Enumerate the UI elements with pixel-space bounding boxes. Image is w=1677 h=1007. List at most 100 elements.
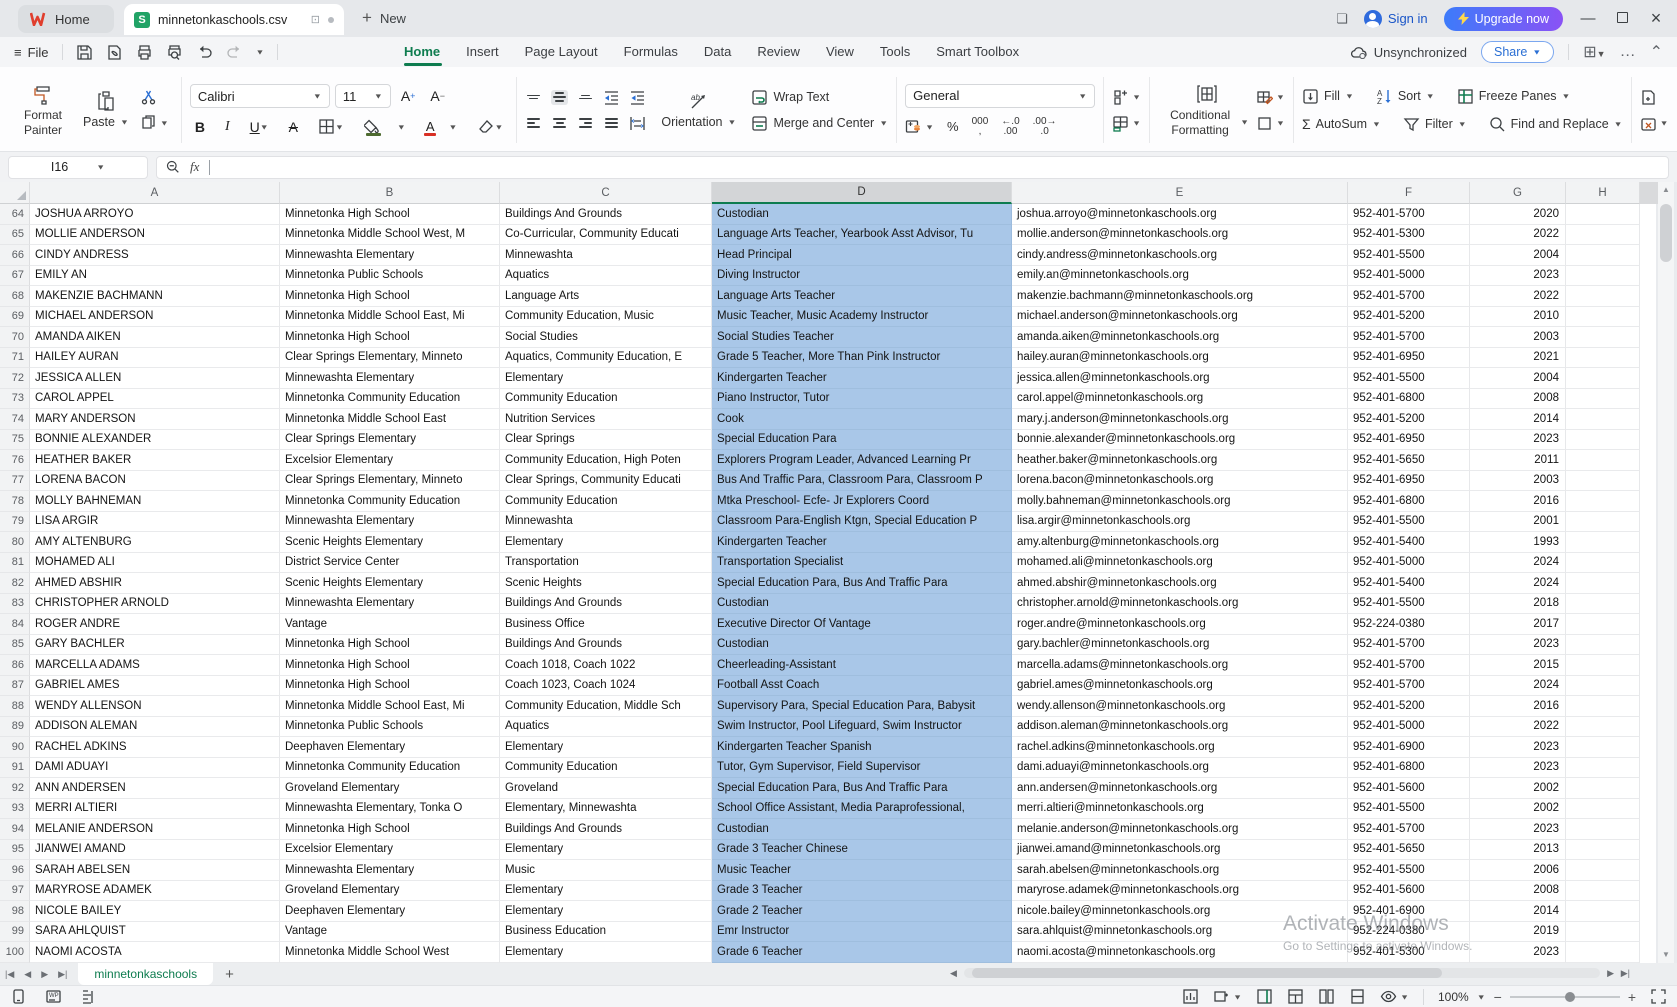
cell-c76[interactable]: Community Education, High Poten <box>500 450 712 471</box>
cell-a79[interactable]: LISA ARGIR <box>30 511 280 532</box>
align-top-icon[interactable] <box>525 90 542 105</box>
cell-d70[interactable]: Social Studies Teacher <box>712 327 1012 348</box>
zoom-level[interactable]: 100% <box>1438 990 1469 1004</box>
cell-d97[interactable]: Grade 3 Teacher <box>712 880 1012 901</box>
save-icon[interactable] <box>76 44 93 61</box>
scroll-up-icon[interactable]: ▲ <box>1658 182 1674 198</box>
cell-e68[interactable]: makenzie.bachmann@minnetonkaschools.org <box>1012 286 1348 307</box>
cell-d98[interactable]: Grade 2 Teacher <box>712 901 1012 922</box>
cut-icon[interactable] <box>140 89 157 106</box>
row-header-78[interactable]: 78 <box>0 491 30 512</box>
cell-b80[interactable]: Scenic Heights Elementary <box>280 532 500 553</box>
cell-h83[interactable] <box>1566 593 1640 614</box>
cell-a65[interactable]: MOLLIE ANDERSON <box>30 224 280 245</box>
minimize-button[interactable]: — <box>1579 10 1597 27</box>
cell-d74[interactable]: Cook <box>712 409 1012 430</box>
cell-d84[interactable]: Executive Director Of Vantage <box>712 614 1012 635</box>
cell-a71[interactable]: HAILEY AURAN <box>30 347 280 368</box>
cell-d86[interactable]: Cheerleading-Assistant <box>712 655 1012 676</box>
first-sheet-icon[interactable]: |◀ <box>0 969 19 980</box>
cell-g72[interactable]: 2004 <box>1470 368 1566 389</box>
cell-a96[interactable]: SARAH ABELSEN <box>30 860 280 881</box>
row-header-69[interactable]: 69 <box>0 306 30 327</box>
cell-h89[interactable] <box>1566 716 1640 737</box>
cell-g65[interactable]: 2022 <box>1470 224 1566 245</box>
cell-g100[interactable]: 2023 <box>1470 942 1566 963</box>
tab-view[interactable]: View <box>826 37 880 67</box>
cell-b72[interactable]: Minnewashta Elementary <box>280 368 500 389</box>
cell-g70[interactable]: 2003 <box>1470 327 1566 348</box>
cell-f81[interactable]: 952-401-5000 <box>1348 552 1470 573</box>
font-size-select[interactable]: 11 ▼ <box>334 84 391 108</box>
cell-a82[interactable]: AHMED ABSHIR <box>30 573 280 594</box>
tab-insert[interactable]: Insert <box>466 37 525 67</box>
cell-c89[interactable]: Aquatics <box>500 716 712 737</box>
merge-center-button[interactable]: Merge and Center ▼ <box>751 115 888 132</box>
row-header-96[interactable]: 96 <box>0 860 30 881</box>
tab-smart-toolbox[interactable]: Smart Toolbox <box>936 37 1045 67</box>
row-header-87[interactable]: 87 <box>0 675 30 696</box>
conditional-formatting-button[interactable]: Conditional Formatting ▼ <box>1158 81 1256 139</box>
zoom-slider-thumb[interactable] <box>1564 991 1575 1002</box>
cell-a86[interactable]: MARCELLA ADAMS <box>30 655 280 676</box>
vertical-scroll-thumb[interactable] <box>1660 204 1672 262</box>
prev-sheet-icon[interactable]: ◀ <box>19 969 36 980</box>
cell-d89[interactable]: Swim Instructor, Pool Lifeguard, Swim In… <box>712 716 1012 737</box>
page-layout-view-icon[interactable] <box>1318 988 1335 1005</box>
row-header-95[interactable]: 95 <box>0 839 30 860</box>
cell-f75[interactable]: 952-401-6950 <box>1348 429 1470 450</box>
cell-a76[interactable]: HEATHER BAKER <box>30 450 280 471</box>
document-tab[interactable]: S minnetonkaschools.csv ⊡ <box>124 4 344 35</box>
cell-d99[interactable]: Emr Instructor <box>712 921 1012 942</box>
cell-g95[interactable]: 2013 <box>1470 839 1566 860</box>
cell-e65[interactable]: mollie.anderson@minnetonkaschools.org <box>1012 224 1348 245</box>
tab-tools[interactable]: Tools <box>880 37 936 67</box>
cell-e94[interactable]: melanie.anderson@minnetonkaschools.org <box>1012 819 1348 840</box>
cell-e78[interactable]: molly.bahneman@minnetonkaschools.org <box>1012 491 1348 512</box>
cell-f74[interactable]: 952-401-5200 <box>1348 409 1470 430</box>
cell-c68[interactable]: Language Arts <box>500 286 712 307</box>
cell-a67[interactable]: EMILY AN <box>30 265 280 286</box>
cell-e67[interactable]: emily.an@minnetonkaschools.org <box>1012 265 1348 286</box>
cell-d83[interactable]: Custodian <box>712 593 1012 614</box>
cell-c66[interactable]: Minnewashta <box>500 245 712 266</box>
cell-g64[interactable]: 2020 <box>1470 204 1566 225</box>
page-break-view-icon[interactable] <box>1349 988 1366 1005</box>
cell-c65[interactable]: Co-Curricular, Community Educati <box>500 224 712 245</box>
scroll-left-icon[interactable]: ◀ <box>950 966 957 980</box>
cell-d90[interactable]: Kindergarten Teacher Spanish <box>712 737 1012 758</box>
cell-g66[interactable]: 2004 <box>1470 245 1566 266</box>
cell-b64[interactable]: Minnetonka High School <box>280 204 500 225</box>
row-header-73[interactable]: 73 <box>0 388 30 409</box>
cell-e83[interactable]: christopher.arnold@minnetonkaschools.org <box>1012 593 1348 614</box>
cell-g80[interactable]: 1993 <box>1470 532 1566 553</box>
cell-a92[interactable]: ANN ANDERSEN <box>30 778 280 799</box>
new-tab-button[interactable]: + New <box>362 8 406 28</box>
cell-f98[interactable]: 952-401-6900 <box>1348 901 1470 922</box>
cell-h69[interactable] <box>1566 306 1640 327</box>
cell-e85[interactable]: gary.bachler@minnetonkaschools.org <box>1012 634 1348 655</box>
cell-e86[interactable]: marcella.adams@minnetonkaschools.org <box>1012 655 1348 676</box>
cell-c96[interactable]: Music <box>500 860 712 881</box>
cell-h74[interactable] <box>1566 409 1640 430</box>
cell-e84[interactable]: roger.andre@minnetonkaschools.org <box>1012 614 1348 635</box>
cell-b68[interactable]: Minnetonka High School <box>280 286 500 307</box>
row-header-97[interactable]: 97 <box>0 880 30 901</box>
undo-icon[interactable] <box>196 44 213 61</box>
cell-b94[interactable]: Minnetonka High School <box>280 819 500 840</box>
row-header-66[interactable]: 66 <box>0 245 30 266</box>
cell-g96[interactable]: 2006 <box>1470 860 1566 881</box>
number-format-select[interactable]: General ▼ <box>905 83 1096 108</box>
cell-h90[interactable] <box>1566 737 1640 758</box>
cell-b75[interactable]: Clear Springs Elementary <box>280 429 500 450</box>
cell-g99[interactable]: 2019 <box>1470 921 1566 942</box>
cell-h87[interactable] <box>1566 675 1640 696</box>
column-header-a[interactable]: A <box>30 182 280 204</box>
cell-f70[interactable]: 952-401-5700 <box>1348 327 1470 348</box>
row-header-100[interactable]: 100 <box>0 942 30 963</box>
cell-d87[interactable]: Football Asst Coach <box>712 675 1012 696</box>
vertical-scrollbar[interactable]: ▲ ▼ <box>1658 182 1674 963</box>
cell-c90[interactable]: Elementary <box>500 737 712 758</box>
cell-e79[interactable]: lisa.argir@minnetonkaschools.org <box>1012 511 1348 532</box>
cell-c98[interactable]: Elementary <box>500 901 712 922</box>
